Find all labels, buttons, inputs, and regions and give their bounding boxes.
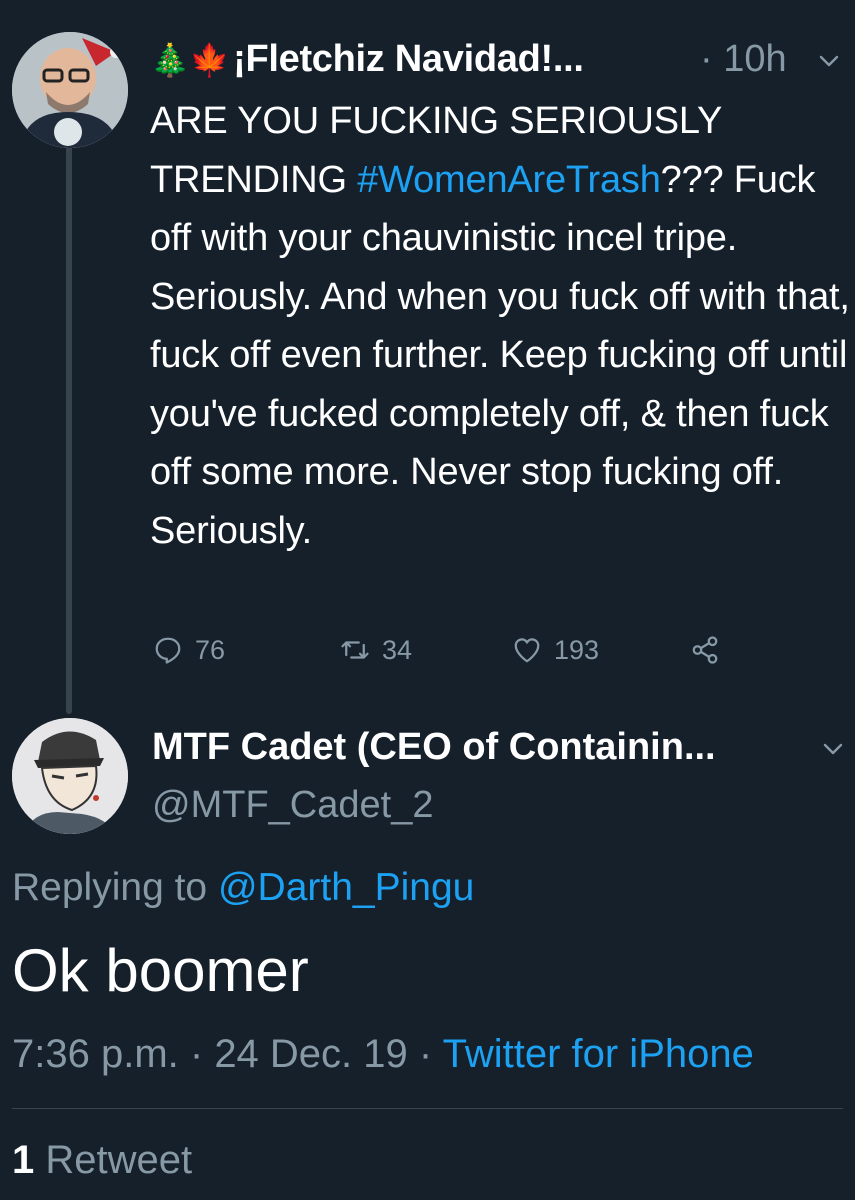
chevron-down-icon[interactable] [822,738,844,760]
reply-icon [155,637,181,664]
tweet-text: ARE YOU FUCKING SERIOUSLY TRENDING #Wome… [150,92,850,560]
reply-author-name[interactable]: MTF Cadet (CEO of Containin... [152,726,716,769]
replying-prefix: Replying to [12,866,218,909]
retweet-count: 34 [382,634,413,665]
timestamp[interactable]: · 10h [700,38,787,81]
avatar[interactable] [12,718,128,834]
like-icon [514,638,540,663]
mention-link[interactable]: @Darth_Pingu [218,866,474,909]
tweet-metadata: 7:36 p.m. · 24 Dec. 19 · Twitter for iPh… [12,1032,754,1076]
share-icon [692,636,718,664]
avatar-image [12,32,128,148]
hashtag-link[interactable]: #WomenAreTrash [357,159,661,201]
reply-count: 76 [195,634,226,665]
replying-to: Replying to @Darth_Pingu [12,866,474,910]
reply-text: Ok boomer [12,937,309,1004]
retweet-button[interactable]: 34 [340,632,412,668]
tweet-text-end: ??? Fuck off with your chauvinistic ince… [150,158,850,552]
retweet-label: Retweet [45,1138,193,1182]
retweet-icon [341,641,369,659]
chevron-down-icon[interactable] [818,50,840,72]
retweet-total: 1 [12,1138,35,1182]
avatar-image [12,718,128,834]
author-name[interactable]: 🎄🍁 ¡Fletchiz Navidad!... [150,38,584,81]
tweet-date: 24 Dec. 19 [214,1032,408,1076]
reply-button[interactable]: 76 [153,632,225,668]
retweet-stats[interactable]: 1 Retweet [12,1138,192,1183]
source-link[interactable]: Twitter for iPhone [443,1032,754,1076]
tweet-time: 7:36 p.m. [12,1032,179,1076]
avatar[interactable] [12,32,128,148]
like-count: 193 [554,634,600,665]
share-button[interactable] [690,632,732,668]
thread-line [66,146,72,714]
divider [12,1108,843,1109]
author-name-text: ¡Fletchiz Navidad!... [233,38,584,80]
flag-emojis: 🎄🍁 [150,42,230,78]
reply-author-handle[interactable]: @MTF_Cadet_2 [152,784,433,827]
like-button[interactable]: 193 [512,632,599,668]
